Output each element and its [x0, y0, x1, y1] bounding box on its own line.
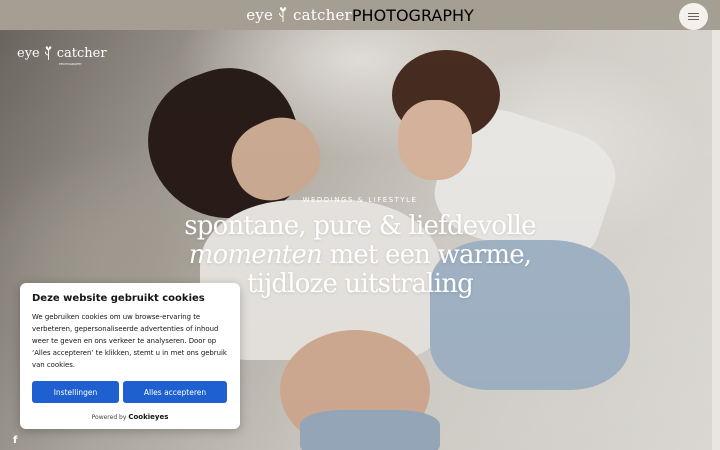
brand-logo-hero[interactable]: eye catcher PHOTOGRAPHY [17, 46, 107, 66]
cookie-title: Deze website gebruikt cookies [32, 293, 205, 304]
hero-kicker: WEDDINGS & LIFESTYLE [302, 196, 418, 204]
hamburger-icon [688, 13, 699, 14]
top-bar: eye catcher PHOTOGRAPHY [0, 0, 720, 30]
cookie-accept-all-button[interactable]: Alles accepteren [123, 381, 227, 403]
brand-subtitle: PHOTOGRAPHY [59, 62, 82, 66]
brand-logo-top[interactable]: eye catcher [246, 6, 352, 24]
brand-word-eye: eye [17, 46, 40, 61]
powered-by-label: Powered by [91, 414, 127, 421]
menu-button[interactable] [679, 3, 708, 30]
cookie-body: We gebruiken cookies om uw browse-ervari… [32, 313, 227, 369]
headline-line-2-rest: met een warme, [321, 240, 532, 270]
cookie-powered-by[interactable]: Powered by Cookieyes [20, 413, 240, 421]
cookie-settings-button[interactable]: Instellingen [32, 381, 119, 403]
headline-line-2: momenten met een warme, [160, 241, 560, 270]
cookie-buttons: Instellingen Alles accepteren [32, 381, 227, 403]
brand-subtitle: PHOTOGRAPHY [351, 5, 474, 25]
cookieyes-logo: Cookieyes [128, 413, 169, 421]
headline-emphasis: momenten [188, 240, 323, 270]
flower-icon [279, 7, 287, 23]
scrollbar[interactable] [712, 30, 720, 450]
brand-word-catcher: catcher [293, 6, 352, 24]
brand-word-catcher: catcher [56, 46, 107, 61]
headline-line-1: spontane, pure & liefdevolle [184, 211, 536, 241]
hamburger-icon-line [688, 19, 699, 20]
cookie-consent-dialog: Deze website gebruikt cookies We gebruik… [20, 283, 240, 429]
flower-icon [44, 46, 52, 60]
facebook-icon[interactable]: f [13, 435, 17, 446]
brand-word-eye: eye [246, 6, 274, 24]
hamburger-icon-line [688, 16, 699, 17]
